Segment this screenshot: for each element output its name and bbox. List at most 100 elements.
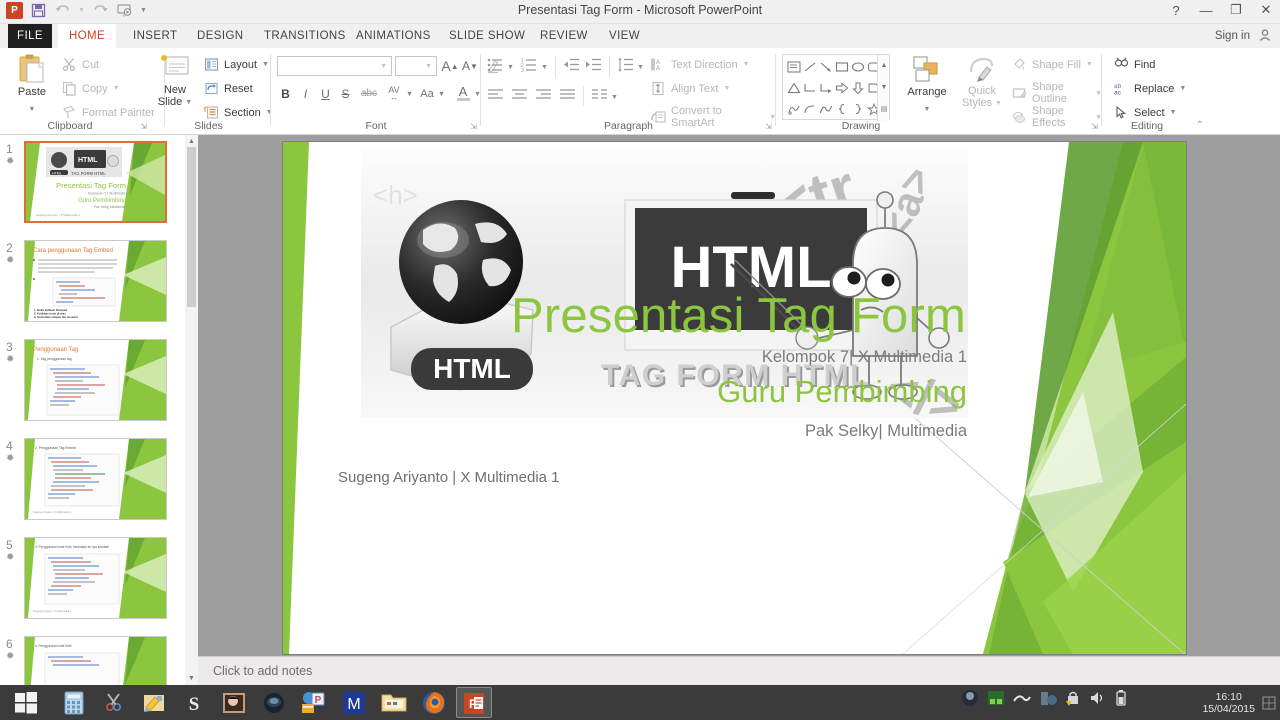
- text-shadow-button[interactable]: S: [337, 84, 354, 103]
- slide-title[interactable]: Presentasi Tag Form: [511, 288, 966, 344]
- arrange-button[interactable]: Arrange ▼: [900, 54, 954, 116]
- increase-indent-button[interactable]: [585, 57, 602, 78]
- slide-subtitle-2[interactable]: Pak Selky| Multimedia: [805, 422, 967, 441]
- shape-outline-button[interactable]: Shape Outline ▼: [1012, 81, 1102, 105]
- font-size-dropdown-icon[interactable]: ▼: [425, 63, 432, 70]
- character-spacing-button[interactable]: AV ↔: [383, 82, 405, 103]
- shape-curve-icon[interactable]: [817, 99, 834, 118]
- find-button[interactable]: Find: [1114, 57, 1155, 72]
- thumbnail-item[interactable]: 2 ✹ Cara penggunaan Tag Embed 1. Buka ap…: [0, 237, 198, 336]
- taskbar-powerpoint-icon[interactable]: P: [456, 687, 492, 718]
- tray-battery-icon[interactable]: [1112, 689, 1130, 707]
- shape-freeform-icon[interactable]: [785, 99, 802, 118]
- bullets-dropdown-icon[interactable]: ▼: [507, 64, 514, 71]
- text-direction-button[interactable]: A A Text Direction ▼: [651, 57, 750, 72]
- thumbnail-preview[interactable]: 2. Penggunaan Tag Embed Sugeng Ariyanto …: [24, 438, 167, 520]
- paste-dropdown-icon[interactable]: ▼: [29, 106, 36, 113]
- columns-dropdown-icon[interactable]: ▼: [611, 94, 618, 101]
- bold-button[interactable]: B: [277, 84, 294, 103]
- thumbnail-item[interactable]: 3 ✹ Penggunaan Tag 1. Tag penggunaan tag: [0, 336, 198, 435]
- shape-text-box-icon[interactable]: [785, 57, 802, 76]
- tab-slide-show[interactable]: SLIDE SHOW: [438, 24, 536, 48]
- tab-review[interactable]: REVIEW: [529, 24, 599, 48]
- taskbar-m-app-icon[interactable]: M: [336, 687, 372, 718]
- tray-app-3-icon[interactable]: [1012, 688, 1032, 708]
- minimize-button[interactable]: —: [1198, 3, 1214, 18]
- tab-file[interactable]: FILE: [8, 24, 52, 48]
- tab-transitions[interactable]: TRANSITIONS: [253, 24, 357, 48]
- quick-styles-button[interactable]: Quick Styles ▼: [958, 54, 1006, 109]
- shape-triangle-icon[interactable]: [785, 78, 802, 97]
- slide-footer[interactable]: Sugeng Ariyanto | X Multimedia 1: [338, 469, 560, 486]
- slide-subtitle-1[interactable]: Kelompok 7| X Multimedia 1: [762, 348, 967, 367]
- tab-design[interactable]: DESIGN: [186, 24, 255, 48]
- shape-arc-icon[interactable]: [801, 99, 818, 118]
- align-center-button[interactable]: [511, 88, 528, 107]
- slide-title-2[interactable]: Guru Pembimbing: [717, 374, 967, 410]
- increase-font-size-button[interactable]: A ▲: [441, 56, 459, 76]
- justify-button[interactable]: [559, 88, 576, 107]
- thumbnail-item[interactable]: 6 ✹ 4. Penggunaan kode html: [0, 633, 198, 685]
- font-name-input[interactable]: ▼: [277, 56, 392, 76]
- tray-security-icon[interactable]: [1064, 689, 1082, 707]
- replace-dropdown-icon[interactable]: ▼: [1179, 85, 1186, 92]
- strikethrough-button[interactable]: abc: [358, 84, 380, 103]
- tab-insert[interactable]: INSERT: [122, 24, 188, 48]
- paste-button[interactable]: Paste ▼: [8, 53, 56, 116]
- shape-elbow-arrow-icon[interactable]: [817, 78, 834, 97]
- shape-rectangle-icon[interactable]: [833, 57, 850, 76]
- restore-button[interactable]: ❐: [1228, 2, 1244, 18]
- tab-home[interactable]: HOME: [58, 24, 117, 48]
- close-button[interactable]: ✕: [1258, 2, 1274, 18]
- align-right-button[interactable]: [535, 88, 552, 107]
- show-desktop-icon[interactable]: [1262, 696, 1276, 710]
- taskbar-paint-icon[interactable]: [136, 687, 172, 718]
- clock[interactable]: 16:10 15/04/2015: [1202, 691, 1255, 715]
- taskbar-clock-area[interactable]: 16:10 15/04/2015: [1202, 685, 1276, 720]
- align-text-dropdown-icon[interactable]: ▼: [724, 85, 731, 92]
- drawing-dialog-launcher[interactable]: ⇲: [1091, 122, 1098, 131]
- shape-down-arrow-icon[interactable]: [849, 78, 866, 97]
- thumbnail-preview[interactable]: 4. Penggunaan kode html: [24, 636, 167, 685]
- thumbnail-preview[interactable]: Cara penggunaan Tag Embed 1. Buka aplika…: [24, 240, 167, 322]
- numbering-button[interactable]: 1 2 3: [521, 57, 538, 78]
- decrease-indent-button[interactable]: [563, 57, 580, 78]
- shape-oval-icon[interactable]: [849, 57, 866, 76]
- columns-button[interactable]: [591, 88, 608, 107]
- current-slide[interactable]: <tr </> <a> <h> HTML HTML TAG FORM HTML …: [283, 142, 1186, 654]
- account-icon[interactable]: [1258, 28, 1272, 45]
- new-slide-button[interactable]: New Slide ▼: [152, 53, 198, 108]
- collapse-ribbon-button[interactable]: ⌃: [1196, 120, 1204, 131]
- paragraph-dialog-launcher[interactable]: ⇲: [765, 122, 772, 131]
- align-left-button[interactable]: [487, 88, 504, 107]
- tray-app-4-icon[interactable]: [1038, 688, 1058, 708]
- thumbnail-preview[interactable]: HTML HTML TAG FORM HTML Presentasi Tag F…: [24, 141, 167, 223]
- shapes-scroll-down-icon[interactable]: ▼: [878, 77, 890, 98]
- quick-styles-dropdown-icon[interactable]: ▼: [995, 100, 1002, 107]
- thumbnail-scroll-down-icon[interactable]: ▼: [185, 672, 198, 685]
- change-case-dropdown-icon[interactable]: ▼: [438, 91, 445, 98]
- shape-fill-dropdown-icon[interactable]: ▼: [1086, 61, 1093, 68]
- line-spacing-button[interactable]: [617, 57, 634, 78]
- cut-button[interactable]: Cut: [62, 57, 99, 72]
- change-case-button[interactable]: Aa: [417, 84, 437, 103]
- thumbnail-preview[interactable]: 3. Penggunaan kode html, kemudian isi ny…: [24, 537, 167, 619]
- tab-animations[interactable]: ANIMATIONS: [345, 24, 442, 48]
- shape-effects-button[interactable]: Shape Effects ▼: [1012, 105, 1102, 129]
- shape-right-brace-icon[interactable]: [849, 99, 866, 118]
- sign-in-button[interactable]: Sign in: [1215, 24, 1250, 48]
- taskbar-app-icon[interactable]: [256, 687, 292, 718]
- copy-dropdown-icon[interactable]: ▼: [113, 85, 120, 92]
- font-size-input[interactable]: ▼: [395, 56, 437, 76]
- taskbar-powerpoint-viewer-icon[interactable]: P: [296, 687, 332, 718]
- bullets-button[interactable]: [487, 57, 504, 78]
- taskbar-firefox-icon[interactable]: [416, 687, 452, 718]
- shapes-scroll-up-icon[interactable]: ▲: [878, 55, 890, 76]
- section-button[interactable]: Section ▼: [203, 105, 273, 120]
- format-painter-button[interactable]: Format Painter: [62, 105, 155, 120]
- slide-thumbnail-pane[interactable]: 1 ✹ HTML HTML TAG FORM HTML Presentasi T…: [0, 135, 198, 685]
- reset-button[interactable]: Reset: [204, 81, 253, 96]
- tab-view[interactable]: VIEW: [598, 24, 651, 48]
- shape-elbow-connector-icon[interactable]: [801, 78, 818, 97]
- start-button[interactable]: [4, 688, 48, 717]
